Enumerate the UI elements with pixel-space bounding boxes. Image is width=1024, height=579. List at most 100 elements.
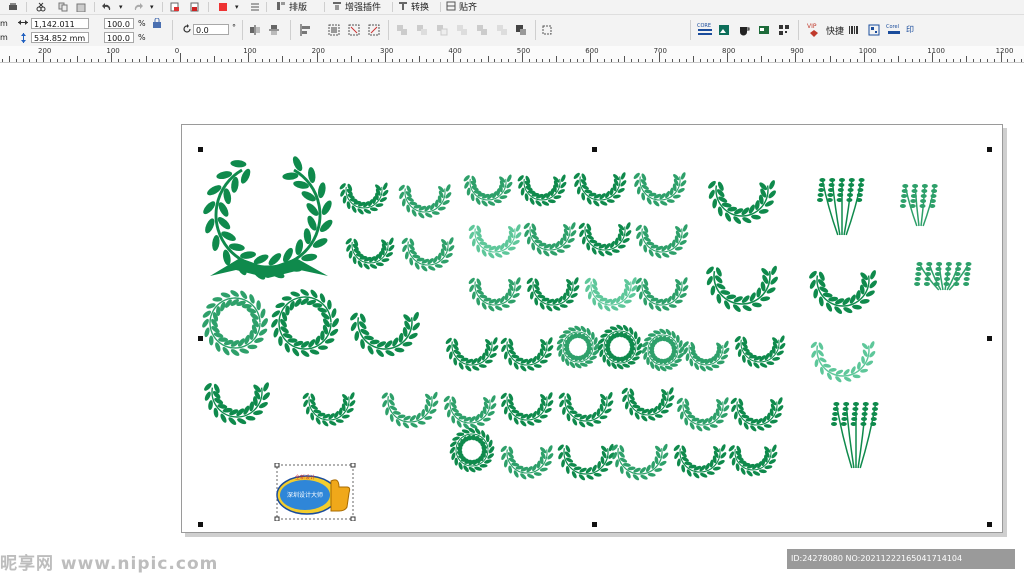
cut-button[interactable]	[36, 1, 46, 13]
ungroup-icon[interactable]	[348, 24, 360, 36]
menu-snap[interactable]: 贴齐	[446, 0, 477, 13]
ruler-tick	[754, 59, 755, 62]
back-minus-front-icon[interactable]	[515, 24, 527, 36]
qr-icon[interactable]	[778, 24, 790, 36]
qrcode-icon[interactable]	[868, 24, 880, 36]
image-tool-icon[interactable]	[718, 24, 730, 36]
mirror-horizontal-icon[interactable]	[249, 24, 261, 36]
combine-icon[interactable]	[396, 24, 408, 36]
ruler-tick	[214, 56, 215, 62]
print-label[interactable]: 印	[906, 24, 914, 35]
scale-x-field[interactable]: 100.0	[104, 18, 134, 29]
ruler-tick	[686, 59, 687, 62]
ruler-tick	[960, 59, 961, 62]
import-button[interactable]	[170, 1, 180, 13]
ruler-tick	[262, 59, 263, 62]
menu-layout[interactable]: 排版	[276, 0, 308, 13]
ruler-tick	[235, 59, 236, 62]
menu-label: 排版	[289, 2, 308, 13]
ruler-tick	[604, 59, 605, 62]
ruler-tick	[139, 59, 140, 62]
undo-dropdown[interactable]: ▾	[119, 1, 123, 13]
selection-handle[interactable]	[592, 522, 597, 527]
ruler-tick	[802, 59, 803, 62]
lock-ratio-icon[interactable]	[152, 18, 162, 29]
ruler-tick	[748, 59, 749, 62]
cup-icon[interactable]	[738, 24, 750, 36]
copy-button[interactable]	[58, 1, 68, 13]
ruler-tick	[611, 59, 612, 62]
vip-icon[interactable]: VIP	[806, 21, 822, 39]
ruler-tick	[228, 59, 229, 62]
menu-convert[interactable]: 转换	[398, 0, 429, 13]
weld-icon[interactable]	[416, 24, 428, 36]
ruler-tick	[953, 59, 954, 62]
scale-y-field[interactable]: 100.0	[104, 32, 134, 43]
ruler-tick	[111, 53, 112, 62]
trim-icon[interactable]	[436, 24, 448, 36]
ruler-label: 1200	[995, 47, 1014, 55]
ruler-tick	[207, 59, 208, 62]
ruler-tick	[693, 56, 694, 62]
ruler-tick	[665, 59, 666, 62]
menu-label: 增强插件	[345, 2, 382, 13]
redo-button[interactable]	[133, 1, 143, 13]
redo-dropdown[interactable]: ▾	[150, 1, 154, 13]
ruler-tick	[878, 59, 879, 62]
ruler-tick	[741, 59, 742, 62]
corel-plugin-icon[interactable]: Corel	[886, 21, 902, 39]
barcode-icon[interactable]	[848, 24, 860, 36]
ruler-tick	[467, 59, 468, 62]
front-minus-back-icon[interactable]	[496, 24, 508, 36]
ruler-tick	[351, 56, 352, 62]
selection-handle[interactable]	[198, 522, 203, 527]
mirror-vertical-icon[interactable]	[268, 24, 280, 36]
quick-label[interactable]: 快捷	[826, 24, 844, 37]
layout-icon	[277, 2, 285, 10]
intersect-icon[interactable]	[456, 24, 468, 36]
snap-icon	[446, 1, 456, 11]
boundary-icon[interactable]	[541, 24, 553, 36]
blue-sticker[interactable]: 全新设计 深圳设计大师	[273, 463, 357, 521]
ruler-label: 700	[653, 47, 667, 55]
options-button[interactable]	[250, 1, 260, 13]
ruler-tick	[36, 59, 37, 62]
ruler-tick	[583, 59, 584, 62]
core-plugin-icon[interactable]: CORE	[697, 21, 713, 39]
rotation-angle-field[interactable]: 0.0	[193, 24, 229, 35]
print-button[interactable]	[8, 1, 18, 13]
undo-button[interactable]	[102, 1, 112, 13]
ruler-tick	[515, 59, 516, 62]
selection-handle[interactable]	[198, 336, 203, 341]
object-width-field[interactable]: 1,142.011 mm	[31, 18, 89, 40]
ruler-tick	[317, 53, 318, 62]
ruler-tick	[200, 59, 201, 62]
selection-handle[interactable]	[987, 147, 992, 152]
menu-plugins[interactable]: 增强插件	[332, 0, 382, 13]
selection-handle[interactable]	[987, 336, 992, 341]
object-height-field[interactable]: 534.852 mm	[31, 32, 89, 43]
ruler-tick	[289, 59, 290, 62]
ruler-tick	[761, 56, 762, 62]
selection-handle[interactable]	[198, 147, 203, 152]
selection-handle[interactable]	[592, 147, 597, 152]
ungroup-all-icon[interactable]	[368, 24, 380, 36]
ruler-tick	[1007, 59, 1008, 62]
publish-pdf-button[interactable]	[218, 1, 228, 13]
chevron-down-icon: ▾	[119, 3, 123, 11]
paste-button[interactable]	[76, 1, 86, 13]
pdf-dropdown[interactable]: ▾	[235, 1, 239, 13]
selection-handle[interactable]	[987, 522, 992, 527]
group-icon[interactable]	[328, 24, 340, 36]
ruler-tick	[590, 53, 591, 62]
export-button[interactable]	[190, 1, 200, 13]
simplify-icon[interactable]	[476, 24, 488, 36]
ruler-label: 500	[516, 47, 531, 55]
redo-icon	[134, 3, 143, 10]
ruler-tick	[91, 59, 92, 62]
align-left-icon[interactable]	[300, 24, 312, 36]
ruler-tick	[221, 59, 222, 62]
horizontal-ruler[interactable]: 200 100 0 100 200 300 400 500 600 700 800 900 1000 11…	[0, 46, 1024, 63]
plugin-label: Corel	[886, 24, 899, 30]
card-icon[interactable]	[758, 24, 770, 36]
